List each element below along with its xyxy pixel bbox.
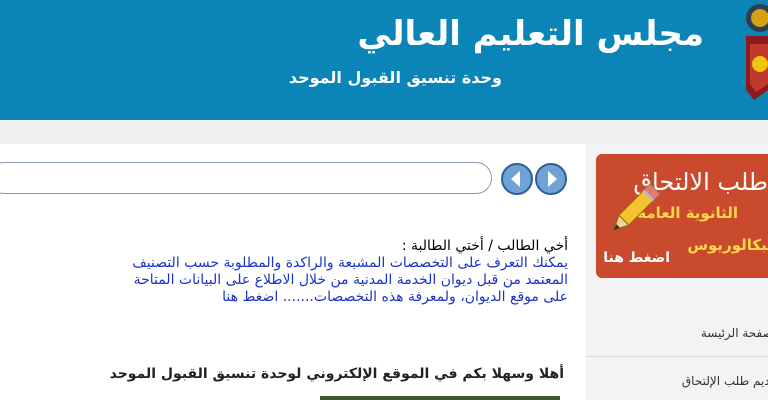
- notice-line-2[interactable]: المعتمد من قبل ديوان الخدمة المدنية من خ…: [0, 272, 568, 289]
- notice-line-3[interactable]: على موقع الديوان، ولمعرفة هذه التخصصات..…: [0, 289, 568, 306]
- sidebar-item-apply[interactable]: تقديم طلب الإلتحاق: [586, 360, 768, 404]
- notice-greeting: أخي الطالب / أختي الطالبة :: [401, 238, 568, 254]
- arrow-left-circle-icon[interactable]: [500, 162, 534, 196]
- apply-banner-bachelor[interactable]: البكالوريوس: [687, 236, 768, 254]
- search-input[interactable]: [0, 162, 492, 194]
- apply-banner-click[interactable]: اضغط هنا: [603, 250, 670, 266]
- arrow-right-circle-icon[interactable]: [534, 162, 568, 196]
- site-header: مجلس التعليم العالي وحدة تنسيق القبول ال…: [0, 0, 768, 120]
- header-separator: [0, 120, 768, 144]
- sidebar-item-label: تقديم طلب الإلتحاق: [681, 374, 768, 388]
- pencil-icon: [613, 183, 661, 231]
- specializations-notice: أخي الطالب / أختي الطالبة : يمكنك التعرف…: [0, 238, 568, 306]
- sidebar-item-home[interactable]: الصفحة الرئيسة: [586, 312, 768, 357]
- jordan-emblem-icon: [746, 4, 768, 100]
- sidebar-item-label: الصفحة الرئيسة: [700, 326, 768, 340]
- site-subtitle: وحدة تنسيق القبول الموحد: [288, 68, 502, 87]
- welcome-heading: أهلا وسهلا بكم في الموقع الإلكتروني لوحد…: [109, 366, 564, 382]
- notice-line-1[interactable]: يمكنك التعرف على التخصصات المشبعة والراك…: [0, 255, 568, 272]
- site-title: مجلس التعليم العالي: [357, 14, 704, 54]
- welcome-image: [320, 396, 560, 400]
